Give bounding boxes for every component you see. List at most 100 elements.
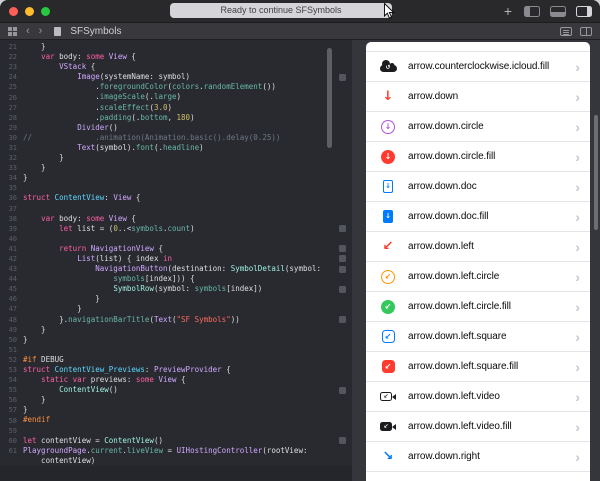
list-item[interactable]: ↺arrow.counterclockwise.icloud.fill› xyxy=(366,52,590,82)
code-line: 47 } xyxy=(0,304,352,314)
line-number: 42 xyxy=(0,255,23,263)
line-number: 29 xyxy=(0,124,23,132)
code-line: 57} xyxy=(0,405,352,415)
arrow-down-doc-icon: ↓ xyxy=(383,180,393,193)
code-editor[interactable]: 21 }22 var body: some View {23 VStack {2… xyxy=(0,40,352,481)
result-marker[interactable] xyxy=(339,316,346,323)
symbol-icon-column: ↓ xyxy=(378,210,398,223)
code-line: 51 xyxy=(0,345,352,355)
code-line: 46 } xyxy=(0,294,352,304)
line-number: 50 xyxy=(0,336,23,344)
list-item[interactable]: ↓arrow.down.circle› xyxy=(366,112,590,142)
line-number: 22 xyxy=(0,53,23,61)
library-plus-button[interactable]: + xyxy=(502,4,514,18)
code-line: 56 } xyxy=(0,395,352,405)
titlebar: Ready to continue SFSymbols + xyxy=(0,0,600,23)
line-number: 58 xyxy=(0,417,23,425)
arrow-down-right-icon: ↘ xyxy=(383,450,394,463)
list-item[interactable]: ↓arrow.down› xyxy=(366,82,590,112)
editor-options-icon[interactable] xyxy=(560,27,572,36)
list-item[interactable]: ↓arrow.down.doc› xyxy=(366,172,590,202)
toggle-inspector-icon[interactable] xyxy=(576,6,592,17)
close-button[interactable] xyxy=(9,7,18,16)
preview-scrollbar-thumb[interactable] xyxy=(594,115,598,230)
line-number: 52 xyxy=(0,356,23,364)
line-number: 24 xyxy=(0,73,23,81)
result-marker[interactable] xyxy=(339,437,346,444)
line-number: 39 xyxy=(0,225,23,233)
code-line: 22 var body: some View { xyxy=(0,52,352,62)
code-line: 37 xyxy=(0,204,352,214)
arrow-down-left-icon: ↙ xyxy=(383,240,394,253)
list-item[interactable]: ↓arrow.down.doc.fill› xyxy=(366,202,590,232)
list-item[interactable]: ↓arrow.down.circle.fill› xyxy=(366,142,590,172)
arrow-down-circle-fill-icon: ↓ xyxy=(381,150,395,164)
file-icon xyxy=(54,27,61,36)
forward-chevron-icon[interactable]: › xyxy=(38,26,44,37)
code-line: 53struct ContentView_Previews: PreviewPr… xyxy=(0,365,352,375)
symbol-name: arrow.down.right xyxy=(408,451,480,462)
code-line: 44 symbols[index])) { xyxy=(0,274,352,284)
list-item[interactable]: ↙arrow.down.left.circle.fill› xyxy=(366,292,590,322)
line-number: 54 xyxy=(0,376,23,384)
back-chevron-icon[interactable]: ‹ xyxy=(25,26,31,37)
code-line: 43 NavigationButton(destination: SymbolD… xyxy=(0,264,352,274)
code-line: 59 xyxy=(0,426,352,436)
symbol-icon-column: ↓ xyxy=(378,150,398,164)
symbol-name: arrow.down.left.video xyxy=(408,391,500,402)
chevron-right-icon: › xyxy=(569,120,580,134)
toggle-debug-area-icon[interactable] xyxy=(550,6,566,17)
result-marker[interactable] xyxy=(339,255,346,262)
symbol-icon-column: ↓ xyxy=(378,90,398,103)
line-number: 49 xyxy=(0,326,23,334)
code-line: 55 ContentView() xyxy=(0,385,352,395)
code-line: 24 Image(systemName: symbol) xyxy=(0,72,352,82)
list-item[interactable]: ↙arrow.down.left.square› xyxy=(366,322,590,352)
line-number: 36 xyxy=(0,194,23,202)
result-marker[interactable] xyxy=(339,286,346,293)
arrow-down-left-video-fill-icon: ↙ xyxy=(380,422,392,431)
code-line: 58#endif xyxy=(0,415,352,425)
symbol-list-panel: ↺arrow.counterclockwise.icloud.fill›↓arr… xyxy=(366,42,590,481)
symbol-name: arrow.down.circle.fill xyxy=(408,151,495,162)
line-number: 56 xyxy=(0,396,23,404)
code-line: 61PlaygroundPage.current.liveView = UIHo… xyxy=(0,446,352,456)
zoom-button[interactable] xyxy=(41,7,50,16)
line-number: 23 xyxy=(0,63,23,71)
code-lines: 21 }22 var body: some View {23 VStack {2… xyxy=(0,40,352,466)
result-marker[interactable] xyxy=(339,225,346,232)
list-item[interactable]: ↘arrow.down.right› xyxy=(366,442,590,472)
symbol-name: arrow.down.left xyxy=(408,241,474,252)
line-number: 59 xyxy=(0,427,23,435)
toggle-navigator-icon[interactable] xyxy=(524,6,540,17)
code-line: 52#if DEBUG xyxy=(0,355,352,365)
related-items-icon[interactable] xyxy=(8,27,12,31)
line-number: 26 xyxy=(0,94,23,102)
code-line: 60let contentView = ContentView() xyxy=(0,436,352,446)
line-number: 43 xyxy=(0,265,23,273)
list-item[interactable]: ↙arrow.down.left.circle› xyxy=(366,262,590,292)
breadcrumb-filename[interactable]: SFSymbols xyxy=(70,26,121,37)
symbol-icon-column: ↙ xyxy=(378,300,398,314)
minimize-button[interactable] xyxy=(25,7,34,16)
symbol-icon-column: ↘ xyxy=(378,450,398,463)
line-number: 57 xyxy=(0,406,23,414)
code-line: 30// .animation(Animation.basic().delay(… xyxy=(0,133,352,143)
list-item[interactable]: ↙arrow.down.left.video.fill› xyxy=(366,412,590,442)
symbol-icon-column: ↓ xyxy=(378,180,398,193)
line-number: 46 xyxy=(0,295,23,303)
split-editor-icon[interactable] xyxy=(580,27,592,36)
symbol-icon-column: ↓ xyxy=(378,120,398,134)
line-number: 41 xyxy=(0,245,23,253)
result-marker[interactable] xyxy=(339,266,346,273)
result-marker[interactable] xyxy=(339,387,346,394)
list-item[interactable]: ↙arrow.down.left.video› xyxy=(366,382,590,412)
result-marker[interactable] xyxy=(339,74,346,81)
symbol-name: arrow.down.left.circle xyxy=(408,271,499,282)
xcode-playground-window: Ready to continue SFSymbols + ‹ › SFSymb… xyxy=(0,0,600,481)
list-item[interactable]: ↙arrow.down.left.square.fill› xyxy=(366,352,590,382)
code-line: 45 SymbolRow(symbol: symbols[index]) xyxy=(0,284,352,294)
list-item[interactable]: ↙arrow.down.left› xyxy=(366,232,590,262)
result-marker[interactable] xyxy=(339,245,346,252)
editor-scrollbar-thumb[interactable] xyxy=(327,48,332,148)
